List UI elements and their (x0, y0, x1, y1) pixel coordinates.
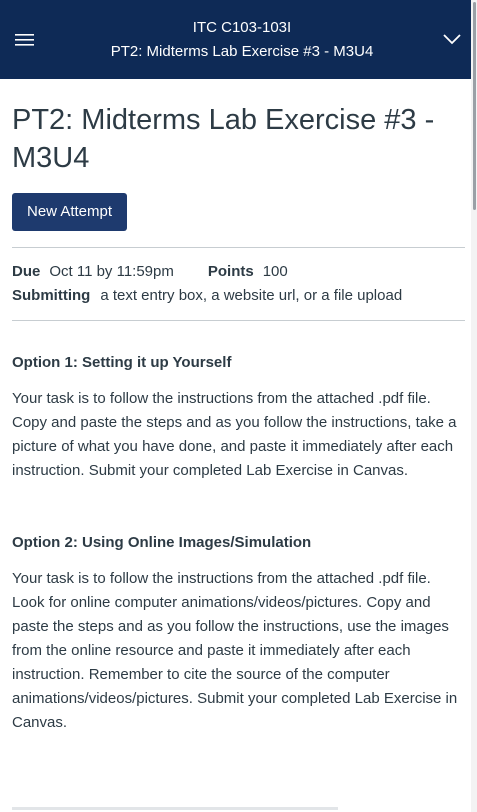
assignment-details: Due Oct 11 by 11:59pm Points 100 Submitting… (12, 248, 466, 320)
option-2-section: Option 2: Using Online Images/Simulation… (12, 483, 466, 735)
submitting-label: Submitting (12, 287, 91, 304)
option-1-heading: Option 1: Setting it up Yourself (12, 354, 232, 371)
assignment-name: PT2: Midterms Lab Exercise #3 - M3U4 (110, 43, 374, 60)
page-title: PT2: Midterms Lab Exercise #3 - M3U4 (12, 104, 435, 174)
option-1-section: Option 1: Setting it up Yourself Your ta… (12, 321, 466, 483)
chevron-down-icon[interactable] (440, 27, 464, 51)
course-name: ITC C103-103I (192, 19, 292, 36)
due-value: Oct 11 by 11:59pm (49, 263, 174, 280)
scrollbar[interactable] (471, 0, 477, 812)
option-2-heading: Option 2: Using Online Images/Simulation (12, 534, 312, 551)
hamburger-icon[interactable] (13, 28, 37, 52)
submitting-value: a text entry box, a website url, or a fi… (100, 287, 403, 304)
bottom-divider (12, 807, 338, 810)
scrollbar-thumb[interactable] (473, 2, 476, 210)
submitting-row: Submitting a text entry box, a website ur… (12, 284, 466, 308)
top-navigation-bar: ITC C103-103I PT2: Midterms Lab Exercise… (0, 0, 477, 79)
topbar-titles: ITC C103-103I PT2: Midterms Lab Exercise… (60, 16, 424, 64)
new-attempt-button[interactable]: New Attempt (12, 193, 128, 231)
due-label: Due (12, 263, 41, 280)
assignment-content: PT2: Midterms Lab Exercise #3 - M3U4 New… (12, 79, 466, 735)
points-label: Points (207, 263, 254, 280)
option-2-body: Your task is to follow the instructions … (12, 570, 458, 731)
points-value: 100 (262, 263, 288, 280)
due-points-row: Due Oct 11 by 11:59pm Points 100 (12, 260, 466, 284)
option-1-body: Your task is to follow the instructions … (12, 390, 457, 479)
